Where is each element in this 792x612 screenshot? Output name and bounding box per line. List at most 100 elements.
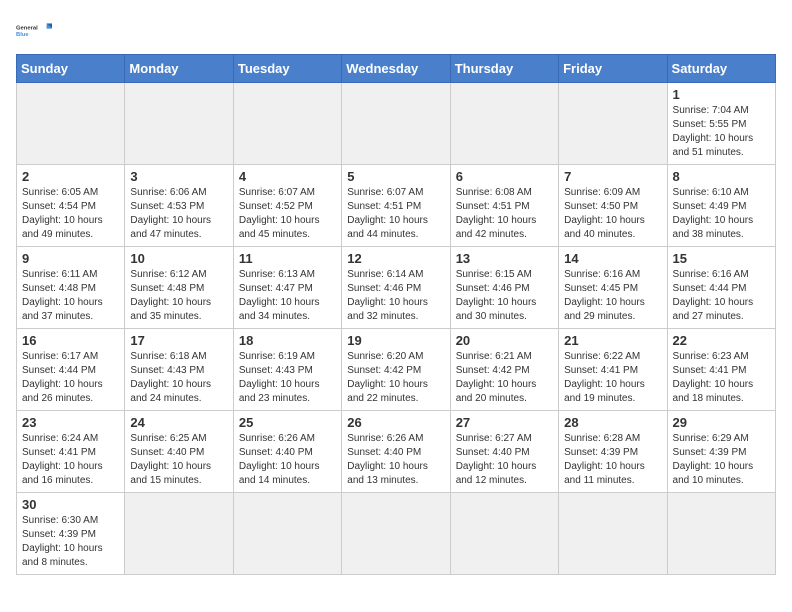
- day-info: Sunrise: 6:17 AMSunset: 4:44 PMDaylight:…: [22, 350, 119, 406]
- calendar-day-cell: [125, 83, 233, 165]
- day-info: Sunrise: 6:30 AMSunset: 4:39 PMDaylight:…: [22, 514, 119, 570]
- day-info: Sunrise: 6:08 AMSunset: 4:51 PMDaylight:…: [456, 186, 553, 242]
- day-info: Sunrise: 6:28 AMSunset: 4:39 PMDaylight:…: [564, 432, 661, 488]
- day-number: 17: [130, 333, 227, 348]
- day-info: Sunrise: 6:14 AMSunset: 4:46 PMDaylight:…: [347, 268, 444, 324]
- weekday-header-wednesday: Wednesday: [342, 55, 450, 83]
- day-number: 21: [564, 333, 661, 348]
- calendar-day-cell: 9Sunrise: 6:11 AMSunset: 4:48 PMDaylight…: [17, 247, 125, 329]
- day-info: Sunrise: 6:12 AMSunset: 4:48 PMDaylight:…: [130, 268, 227, 324]
- day-info: Sunrise: 6:16 AMSunset: 4:44 PMDaylight:…: [673, 268, 770, 324]
- calendar-day-cell: 17Sunrise: 6:18 AMSunset: 4:43 PMDayligh…: [125, 329, 233, 411]
- calendar-day-cell: 1Sunrise: 7:04 AMSunset: 5:55 PMDaylight…: [667, 83, 775, 165]
- day-info: Sunrise: 6:21 AMSunset: 4:42 PMDaylight:…: [456, 350, 553, 406]
- weekday-header-thursday: Thursday: [450, 55, 558, 83]
- calendar-week-row: 30 Sunrise: 6:30 AMSunset: 4:39 PMDayligh…: [17, 493, 776, 575]
- calendar-day-cell: [17, 83, 125, 165]
- weekday-header-saturday: Saturday: [667, 55, 775, 83]
- day-number: 14: [564, 251, 661, 266]
- day-number: 24: [130, 415, 227, 430]
- calendar-day-cell: 23 Sunrise: 6:24 AMSunset: 4:41 PMDayligh…: [17, 411, 125, 493]
- calendar-day-cell: [667, 493, 775, 575]
- day-number: 29: [673, 415, 770, 430]
- day-info: Sunrise: 6:26 AMSunset: 4:40 PMDaylight:…: [347, 432, 444, 488]
- day-info: Sunrise: 6:15 AMSunset: 4:46 PMDaylight:…: [456, 268, 553, 324]
- day-info: Sunrise: 7:04 AMSunset: 5:55 PMDaylight:…: [673, 104, 770, 160]
- logo: General Blue: [16, 16, 52, 44]
- calendar-day-cell: 14 Sunrise: 6:16 AMSunset: 4:45 PMDayligh…: [559, 247, 667, 329]
- day-info: Sunrise: 6:20 AMSunset: 4:42 PMDaylight:…: [347, 350, 444, 406]
- svg-text:Blue: Blue: [16, 32, 29, 38]
- calendar-day-cell: 6Sunrise: 6:08 AMSunset: 4:51 PMDaylight…: [450, 165, 558, 247]
- day-number: 12: [347, 251, 444, 266]
- calendar-day-cell: 5 Sunrise: 6:07 AMSunset: 4:51 PMDaylight…: [342, 165, 450, 247]
- calendar-day-cell: [233, 493, 341, 575]
- day-number: 11: [239, 251, 336, 266]
- calendar-day-cell: 28 Sunrise: 6:28 AMSunset: 4:39 PMDayligh…: [559, 411, 667, 493]
- calendar-day-cell: [342, 493, 450, 575]
- page-header: General Blue: [16, 16, 776, 44]
- day-info: Sunrise: 6:16 AMSunset: 4:45 PMDaylight:…: [564, 268, 661, 324]
- day-info: Sunrise: 6:10 AMSunset: 4:49 PMDaylight:…: [673, 186, 770, 242]
- day-info: Sunrise: 6:22 AMSunset: 4:41 PMDaylight:…: [564, 350, 661, 406]
- day-info: Sunrise: 6:27 AMSunset: 4:40 PMDaylight:…: [456, 432, 553, 488]
- day-info: Sunrise: 6:05 AMSunset: 4:54 PMDaylight:…: [22, 186, 119, 242]
- calendar-day-cell: [559, 493, 667, 575]
- calendar-day-cell: [450, 493, 558, 575]
- day-number: 18: [239, 333, 336, 348]
- calendar-day-cell: 3 Sunrise: 6:06 AMSunset: 4:53 PMDaylight…: [125, 165, 233, 247]
- day-info: Sunrise: 6:25 AMSunset: 4:40 PMDaylight:…: [130, 432, 227, 488]
- day-info: Sunrise: 6:06 AMSunset: 4:53 PMDaylight:…: [130, 186, 227, 242]
- calendar-day-cell: 26 Sunrise: 6:26 AMSunset: 4:40 PMDayligh…: [342, 411, 450, 493]
- calendar-day-cell: 15 Sunrise: 6:16 AMSunset: 4:44 PMDayligh…: [667, 247, 775, 329]
- day-number: 26: [347, 415, 444, 430]
- calendar-day-cell: 8 Sunrise: 6:10 AMSunset: 4:49 PMDaylight…: [667, 165, 775, 247]
- calendar-day-cell: 21 Sunrise: 6:22 AMSunset: 4:41 PMDayligh…: [559, 329, 667, 411]
- calendar-week-row: 1Sunrise: 7:04 AMSunset: 5:55 PMDaylight…: [17, 83, 776, 165]
- day-number: 27: [456, 415, 553, 430]
- day-number: 10: [130, 251, 227, 266]
- calendar-day-cell: 20Sunrise: 6:21 AMSunset: 4:42 PMDayligh…: [450, 329, 558, 411]
- day-info: Sunrise: 6:23 AMSunset: 4:41 PMDaylight:…: [673, 350, 770, 406]
- calendar-day-cell: 18 Sunrise: 6:19 AMSunset: 4:43 PMDayligh…: [233, 329, 341, 411]
- day-number: 19: [347, 333, 444, 348]
- calendar-header-row: SundayMondayTuesdayWednesdayThursdayFrid…: [17, 55, 776, 83]
- day-number: 16: [22, 333, 119, 348]
- logo-icon: General Blue: [16, 16, 52, 44]
- calendar-day-cell: 7 Sunrise: 6:09 AMSunset: 4:50 PMDaylight…: [559, 165, 667, 247]
- calendar-day-cell: 11Sunrise: 6:13 AMSunset: 4:47 PMDayligh…: [233, 247, 341, 329]
- calendar-day-cell: 2Sunrise: 6:05 AMSunset: 4:54 PMDaylight…: [17, 165, 125, 247]
- day-number: 25: [239, 415, 336, 430]
- calendar-day-cell: 24 Sunrise: 6:25 AMSunset: 4:40 PMDayligh…: [125, 411, 233, 493]
- day-info: Sunrise: 6:07 AMSunset: 4:51 PMDaylight:…: [347, 186, 444, 242]
- calendar-table: SundayMondayTuesdayWednesdayThursdayFrid…: [16, 54, 776, 575]
- day-info: Sunrise: 6:26 AMSunset: 4:40 PMDaylight:…: [239, 432, 336, 488]
- weekday-header-sunday: Sunday: [17, 55, 125, 83]
- day-number: 3: [130, 169, 227, 184]
- day-number: 7: [564, 169, 661, 184]
- calendar-day-cell: 22 Sunrise: 6:23 AMSunset: 4:41 PMDayligh…: [667, 329, 775, 411]
- day-info: Sunrise: 6:19 AMSunset: 4:43 PMDaylight:…: [239, 350, 336, 406]
- day-number: 15: [673, 251, 770, 266]
- day-number: 22: [673, 333, 770, 348]
- day-info: Sunrise: 6:11 AMSunset: 4:48 PMDaylight:…: [22, 268, 119, 324]
- calendar-week-row: 2Sunrise: 6:05 AMSunset: 4:54 PMDaylight…: [17, 165, 776, 247]
- day-info: Sunrise: 6:09 AMSunset: 4:50 PMDaylight:…: [564, 186, 661, 242]
- calendar-day-cell: 27 Sunrise: 6:27 AMSunset: 4:40 PMDayligh…: [450, 411, 558, 493]
- day-info: Sunrise: 6:07 AMSunset: 4:52 PMDaylight:…: [239, 186, 336, 242]
- calendar-day-cell: [342, 83, 450, 165]
- calendar-day-cell: [559, 83, 667, 165]
- day-info: Sunrise: 6:24 AMSunset: 4:41 PMDaylight:…: [22, 432, 119, 488]
- day-number: 5: [347, 169, 444, 184]
- calendar-week-row: 16 Sunrise: 6:17 AMSunset: 4:44 PMDayligh…: [17, 329, 776, 411]
- day-number: 28: [564, 415, 661, 430]
- day-number: 30: [22, 497, 119, 512]
- day-number: 23: [22, 415, 119, 430]
- day-number: 4: [239, 169, 336, 184]
- day-info: Sunrise: 6:29 AMSunset: 4:39 PMDaylight:…: [673, 432, 770, 488]
- day-number: 13: [456, 251, 553, 266]
- calendar-day-cell: 10 Sunrise: 6:12 AMSunset: 4:48 PMDayligh…: [125, 247, 233, 329]
- calendar-week-row: 9Sunrise: 6:11 AMSunset: 4:48 PMDaylight…: [17, 247, 776, 329]
- calendar-day-cell: 29 Sunrise: 6:29 AMSunset: 4:39 PMDayligh…: [667, 411, 775, 493]
- day-number: 8: [673, 169, 770, 184]
